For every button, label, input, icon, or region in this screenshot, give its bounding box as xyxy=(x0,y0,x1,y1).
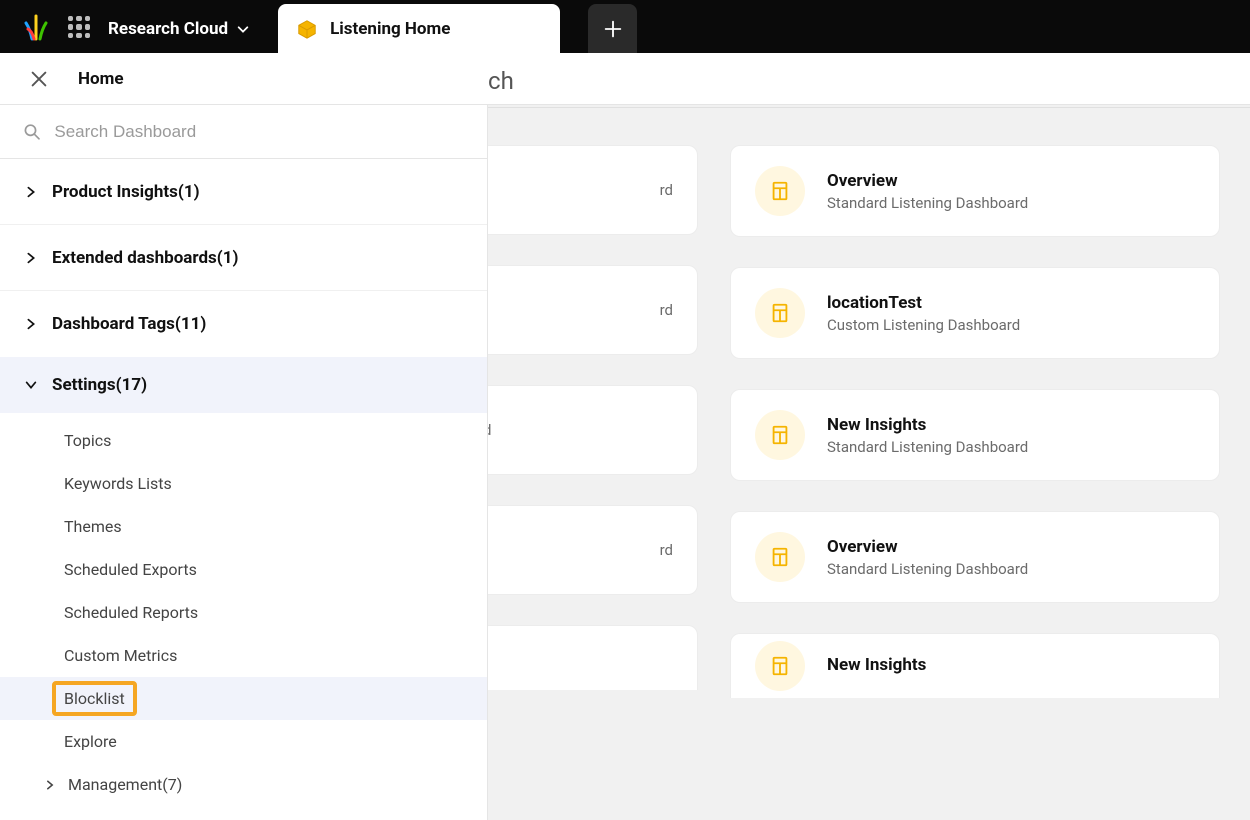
tree-label: Settings(17) xyxy=(52,375,147,395)
card-title: New Insights xyxy=(827,655,926,675)
apps-grid-icon[interactable] xyxy=(68,16,90,38)
dashboard-icon xyxy=(755,288,805,338)
add-tab-button[interactable] xyxy=(588,4,637,53)
plus-icon xyxy=(602,18,624,40)
close-icon[interactable] xyxy=(28,68,50,90)
dashboard-card[interactable]: locationTest Custom Listening Dashboard xyxy=(730,267,1220,359)
workspace-name: Research Cloud xyxy=(108,19,228,39)
tree-item-extended-dashboards[interactable]: Extended dashboards(1) xyxy=(0,225,487,291)
sub-item-keywords-lists[interactable]: Keywords Lists xyxy=(0,462,487,505)
tab-label: Listening Home xyxy=(330,19,450,39)
search-input[interactable] xyxy=(54,122,465,142)
chevron-right-icon xyxy=(24,317,38,331)
tree-label: Dashboard Tags(11) xyxy=(52,314,206,334)
card-subtitle: Standard Listening Dashboard xyxy=(827,194,1028,212)
sub-item-custom-metrics[interactable]: Custom Metrics xyxy=(0,634,487,677)
search-row xyxy=(0,105,487,159)
tree-label: Extended dashboards(1) xyxy=(52,248,238,268)
chevron-right-icon xyxy=(24,251,38,265)
partial-cards-column: rd rd d rd xyxy=(488,145,698,690)
heading-partial: ch xyxy=(488,67,514,95)
workspace-switcher[interactable]: Research Cloud xyxy=(108,19,250,39)
dashboard-card[interactable]: Overview Standard Listening Dashboard xyxy=(730,145,1220,237)
sub-item-topics[interactable]: Topics xyxy=(0,419,487,462)
chevron-right-icon xyxy=(44,779,56,791)
card-subtitle: Standard Listening Dashboard xyxy=(827,438,1028,456)
card-subtitle: Standard Listening Dashboard xyxy=(827,560,1028,578)
brand-logo xyxy=(22,13,50,41)
sub-item-scheduled-reports[interactable]: Scheduled Reports xyxy=(0,591,487,634)
sub-item-scheduled-exports[interactable]: Scheduled Exports xyxy=(0,548,487,591)
nav-tree: Product Insights(1) Extended dashboards(… xyxy=(0,159,487,816)
tree-label: Product Insights(1) xyxy=(52,182,200,202)
sub-item-blocklist[interactable]: Blocklist xyxy=(0,677,487,720)
page-title: Home xyxy=(78,69,124,89)
dashboard-cards-column: Overview Standard Listening Dashboard lo… xyxy=(730,145,1220,698)
dashboard-icon xyxy=(755,532,805,582)
card-title: Overview xyxy=(827,537,1028,557)
card-title: locationTest xyxy=(827,293,1020,313)
partial-card[interactable]: rd xyxy=(488,145,698,235)
dashboard-card[interactable]: New Insights Standard Listening Dashboar… xyxy=(730,389,1220,481)
chevron-down-icon xyxy=(236,22,250,36)
partial-card[interactable] xyxy=(488,625,698,690)
sub-header: Home xyxy=(0,53,1250,105)
sub-item-themes[interactable]: Themes xyxy=(0,505,487,548)
chevron-down-icon xyxy=(24,378,38,392)
sub-item-management[interactable]: Management(7) xyxy=(0,763,487,806)
tab-listening-home[interactable]: Listening Home xyxy=(278,4,560,53)
partial-card[interactable]: d xyxy=(488,385,698,475)
chevron-right-icon xyxy=(24,185,38,199)
dashboard-card[interactable]: New Insights xyxy=(730,633,1220,698)
search-icon xyxy=(22,121,42,143)
top-bar: Research Cloud Listening Home xyxy=(0,0,1250,53)
sub-item-explore[interactable]: Explore xyxy=(0,720,487,763)
partial-card[interactable]: rd xyxy=(488,505,698,595)
tree-label: Management(7) xyxy=(68,775,182,794)
box-icon xyxy=(296,18,318,40)
dashboard-icon xyxy=(755,410,805,460)
tree-item-product-insights[interactable]: Product Insights(1) xyxy=(0,159,487,225)
tree-item-settings[interactable]: Settings(17) xyxy=(0,357,487,413)
card-title: Overview xyxy=(827,171,1028,191)
settings-sublist: Topics Keywords Lists Themes Scheduled E… xyxy=(0,413,487,816)
navigation-panel: Product Insights(1) Extended dashboards(… xyxy=(0,105,488,820)
partial-card[interactable]: rd xyxy=(488,265,698,355)
dashboard-icon xyxy=(755,166,805,216)
card-title: New Insights xyxy=(827,415,1028,435)
card-subtitle: Custom Listening Dashboard xyxy=(827,316,1020,334)
dashboard-card[interactable]: Overview Standard Listening Dashboard xyxy=(730,511,1220,603)
dashboard-icon xyxy=(755,641,805,691)
tree-item-dashboard-tags[interactable]: Dashboard Tags(11) xyxy=(0,291,487,357)
